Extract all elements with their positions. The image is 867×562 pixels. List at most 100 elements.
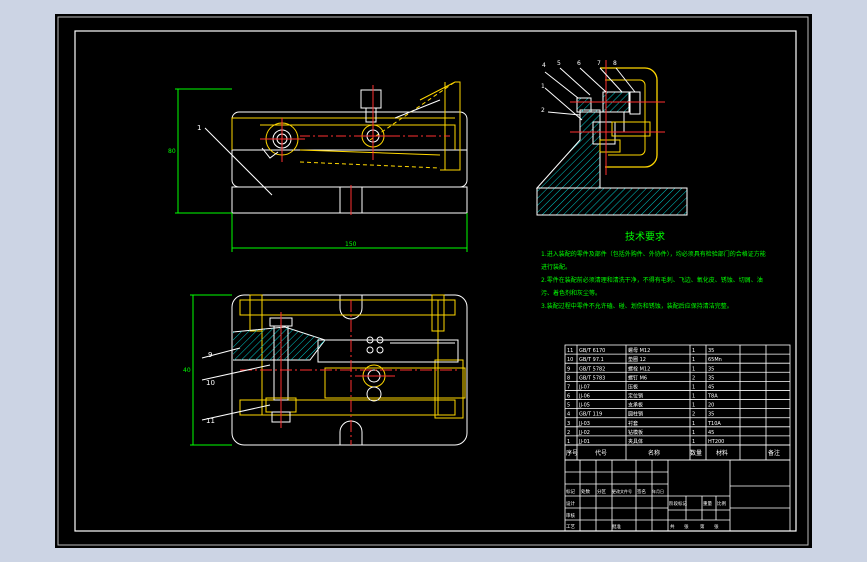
notes-line-5: 3.装配过程中零件不允许磕、碰、划伤和锈蚀，装配后应保持清洁完整。 <box>541 302 733 310</box>
parts-row-qty: 1 <box>692 394 695 400</box>
parts-row-code: JJ-07 <box>578 384 590 390</box>
role-label-0: 设计 <box>566 500 575 507</box>
parts-row-seq: 9 <box>567 366 570 372</box>
parts-row-seq: 1 <box>567 439 570 445</box>
parts-row-seq: 6 <box>567 394 570 400</box>
side-base-hatch <box>536 187 688 216</box>
sign-label-1: 处数 <box>581 488 590 495</box>
parts-row-name: 夹具体 <box>628 438 643 445</box>
parts-row-qty: 2 <box>692 375 695 381</box>
parts-row-material: 35 <box>708 366 714 372</box>
front-balloon-1: 1 <box>197 124 201 132</box>
sign-label-2: 分区 <box>597 488 606 495</box>
parts-row-name: 垫圈 12 <box>628 356 646 363</box>
notes-line-4: 污、着色剂和灰尘等。 <box>541 289 601 297</box>
top-balloon-11: 11 <box>206 417 215 425</box>
role-label-1: 审核 <box>566 512 575 519</box>
header-material: 材料 <box>716 449 728 457</box>
parts-row-code: GB/T 97.1 <box>579 357 604 363</box>
parts-row-seq: 3 <box>567 421 570 427</box>
parts-row-name: 衬套 <box>628 420 638 427</box>
role-label-3: 批准 <box>612 523 621 530</box>
top-balloon-9: 9 <box>208 351 212 359</box>
side-balloon-8: 8 <box>613 60 617 67</box>
parts-row-code: JJ-06 <box>578 394 590 400</box>
dim-front-height: 80 <box>168 148 176 155</box>
parts-row-material: 45 <box>708 384 714 390</box>
header-name: 名称 <box>648 449 660 457</box>
stage-label-2: 比例 <box>717 500 726 507</box>
parts-row-name: 圆柱销 <box>628 411 643 418</box>
parts-row-qty: 1 <box>692 421 695 427</box>
parts-row-qty: 1 <box>692 403 695 409</box>
header-note: 备注 <box>768 449 780 457</box>
dim-top-height: 40 <box>183 367 191 374</box>
parts-row-code: GB/T 119 <box>579 412 602 418</box>
notes-line-3: 2.零件在装配前必须清理和清洗干净，不得有毛刺、飞边、氧化皮、锈蚀、切屑、油 <box>541 276 763 284</box>
side-balloon-1: 1 <box>541 83 545 90</box>
side-balloon-5: 5 <box>557 60 561 67</box>
stage-label-0: 阶段标记 <box>669 500 687 507</box>
parts-row-code: GB/T 5782 <box>579 366 605 372</box>
parts-row-material: 35 <box>708 412 714 418</box>
header-qty: 数量 <box>690 449 702 457</box>
parts-row-name: 螺钉 M6 <box>628 374 647 381</box>
parts-row-qty: 1 <box>692 439 695 445</box>
parts-row-seq: 7 <box>567 384 570 390</box>
sheet-label-2: 第 <box>700 523 705 530</box>
parts-row-material: 35 <box>708 375 714 381</box>
notes-line-2: 进行装配。 <box>541 263 571 271</box>
top-balloon-10: 10 <box>206 379 215 387</box>
parts-row-name: 压板 <box>628 383 638 390</box>
parts-row-material: HT200 <box>708 439 724 445</box>
side-balloon-7: 7 <box>597 60 601 67</box>
parts-row-name: 定位销 <box>628 393 643 400</box>
parts-row-name: 支承板 <box>628 402 643 409</box>
parts-row-material: T8A <box>707 394 718 400</box>
parts-row-code: JJ-01 <box>578 439 590 445</box>
dim-front-width: 150 <box>345 241 357 248</box>
sheet-label-1: 张 <box>684 523 689 530</box>
parts-row-qty: 1 <box>692 430 695 436</box>
side-balloon-4: 4 <box>542 62 546 69</box>
sign-label-3: 更改文件号 <box>612 488 632 494</box>
header-code: 代号 <box>595 449 607 457</box>
notes-title: 技术要求 <box>625 230 665 243</box>
notes-line-1: 1.进入装配的零件及部件（包括外购件、外协件），均必须具有检验部门的合格证方能 <box>541 250 766 258</box>
parts-row-qty: 1 <box>692 357 695 363</box>
parts-row-code: JJ-02 <box>578 430 590 436</box>
parts-row-qty: 1 <box>692 384 695 390</box>
parts-row-seq: 2 <box>567 430 570 436</box>
role-label-2: 工艺 <box>566 524 575 530</box>
parts-row-seq: 11 <box>567 348 573 354</box>
parts-row-material: 20 <box>708 403 714 409</box>
parts-row-code: JJ-03 <box>578 421 590 427</box>
parts-row-name: 钻模板 <box>628 429 643 436</box>
parts-row-code: GB/T 6170 <box>579 348 605 354</box>
parts-row-code: JJ-05 <box>578 403 590 409</box>
parts-row-qty: 1 <box>692 366 695 372</box>
parts-row-material: 65Mn <box>708 357 722 363</box>
cad-drawing-canvas[interactable]: 80 150 1 40 9 10 11 4 5 6 7 8 1 2 技术要求 1… <box>0 0 867 562</box>
sign-label-4: 签名 <box>637 488 646 495</box>
parts-row-name: 螺母 M12 <box>628 347 650 354</box>
parts-row-code: GB/T 5783 <box>579 375 605 381</box>
parts-row-material: 45 <box>708 430 714 436</box>
parts-row-seq: 8 <box>567 375 570 381</box>
parts-row-qty: 2 <box>692 412 695 418</box>
parts-row-material: 35 <box>708 348 714 354</box>
parts-row-seq: 10 <box>567 357 573 363</box>
side-balloon-6: 6 <box>577 60 581 67</box>
sign-label-0: 标记 <box>566 488 575 495</box>
parts-row-material: T10A <box>707 421 721 427</box>
parts-row-qty: 1 <box>692 348 695 354</box>
sheet-label-0: 共 <box>670 523 675 530</box>
stage-label-1: 重量 <box>703 500 712 507</box>
parts-row-seq: 5 <box>567 403 570 409</box>
sheet-label-3: 张 <box>714 523 719 530</box>
sign-label-5: 年月日 <box>652 488 664 494</box>
parts-row-name: 螺栓 M12 <box>628 365 650 372</box>
parts-row-seq: 4 <box>567 412 570 418</box>
header-seq: 序号 <box>566 449 578 457</box>
side-balloon-2: 2 <box>541 107 545 114</box>
